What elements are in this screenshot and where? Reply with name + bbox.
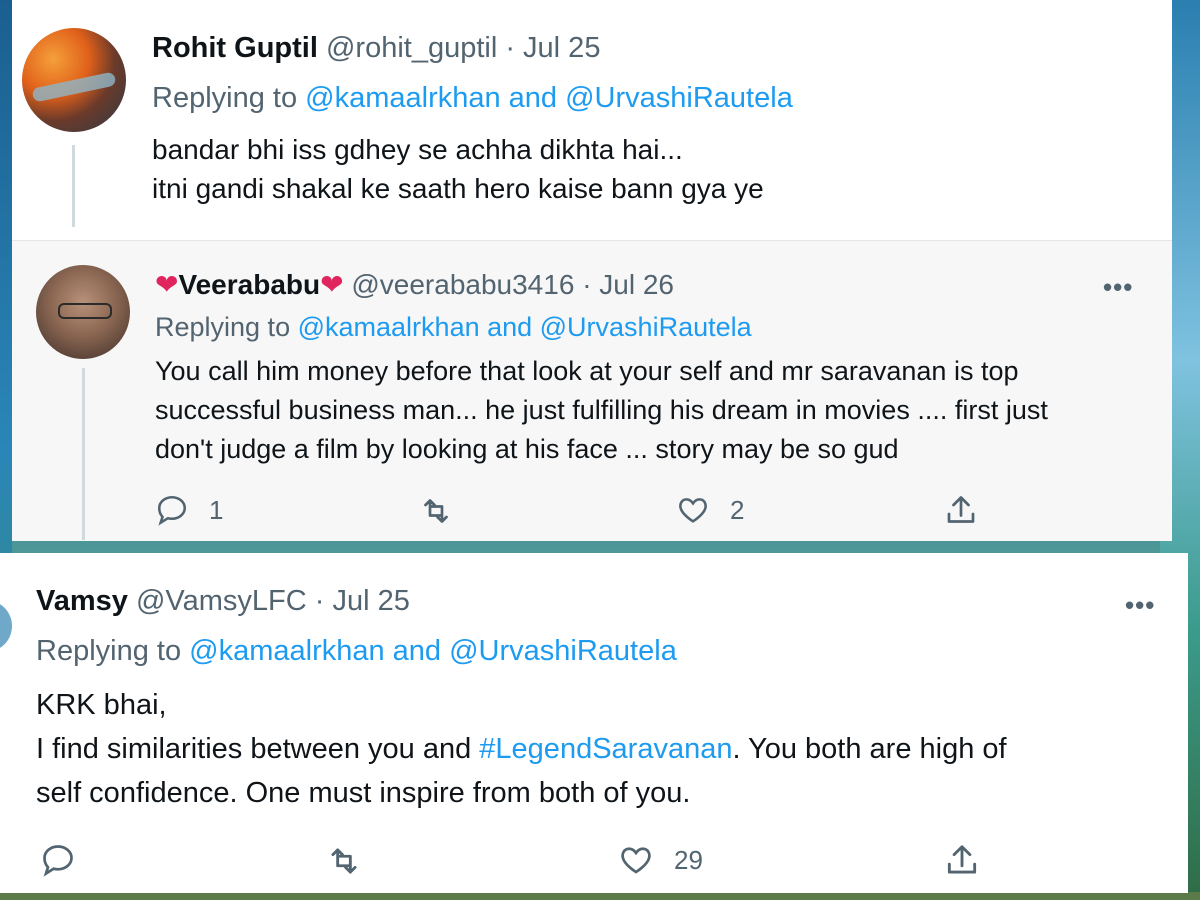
retweet-icon (331, 848, 357, 874)
heart-emoji-icon: ❤ (155, 269, 179, 300)
share-button[interactable] (943, 842, 981, 880)
share-button[interactable] (943, 493, 979, 529)
tweet-text-line: bandar bhi iss gdhey se achha dikhta hai… (152, 134, 683, 165)
tweet-text-line: I find similarities between you and #Leg… (36, 727, 1007, 771)
tweet-date[interactable]: · Jul 25 (505, 32, 600, 64)
retweet-icon (424, 499, 448, 523)
retweet-button[interactable] (325, 842, 363, 880)
tweet-text-segment: I find similarities between you and (36, 733, 480, 765)
like-count: 2 (730, 494, 745, 525)
replying-to: Replying to @kamaalrkhan and @UrvashiRau… (36, 635, 677, 668)
retweet-button[interactable] (418, 493, 454, 529)
more-options-icon[interactable]: ••• (1125, 590, 1155, 621)
tweet-text: KRK bhai, I find similarities between yo… (36, 683, 1007, 815)
display-name[interactable]: Rohit Guptil (152, 32, 318, 64)
tweet-text-line: You call him money before that look at y… (155, 356, 1019, 386)
tweet-header: Vamsy @VamsyLFC · Jul 25 (36, 585, 410, 618)
tweet-text-line: successful business man... he just fulfi… (155, 395, 1048, 425)
avatar-image-detail (58, 303, 112, 319)
avatar-image-detail (31, 71, 117, 103)
display-name-text: Veerababu (178, 269, 321, 300)
tweet-text: You call him money before that look at y… (155, 352, 1048, 469)
reply-button[interactable] (40, 842, 76, 878)
tweet-text-segment: . You both are high of (732, 733, 1007, 765)
tweet-date[interactable]: · Jul 26 (582, 269, 674, 300)
tweet-text-line: self confidence. One must inspire from b… (36, 777, 691, 809)
replying-to-prefix: Replying to (36, 635, 182, 667)
tweet-date[interactable]: · Jul 25 (315, 585, 410, 617)
tweet-text-line: KRK bhai, (36, 689, 167, 721)
thread-connector-line (72, 145, 75, 227)
user-handle[interactable]: @VamsyLFC (136, 585, 307, 617)
reply-icon (157, 495, 187, 526)
tweet-header: ❤Veerababu❤ @veerababu3416 · Jul 26 (155, 268, 674, 301)
tweet-text-line: don't judge a film by looking at his fac… (155, 434, 899, 464)
replying-to-prefix: Replying to (152, 82, 298, 114)
background-bottom-edge (0, 892, 1200, 900)
thread-connector-line (82, 368, 85, 540)
reply-count: 1 (209, 494, 224, 525)
replying-to: Replying to @kamaalrkhan and @UrvashiRau… (152, 82, 793, 115)
replying-to: Replying to @kamaalrkhan and @UrvashiRau… (155, 312, 752, 343)
more-options-icon[interactable]: ••• (1103, 272, 1133, 303)
like-button[interactable]: 29 (618, 842, 703, 878)
user-handle[interactable]: @rohit_guptil (326, 32, 497, 64)
tweet-header: Rohit Guptil @rohit_guptil · Jul 25 (152, 32, 600, 65)
reply-icon (43, 845, 73, 877)
heart-icon (621, 847, 651, 874)
reply-button[interactable]: 1 (155, 493, 223, 527)
avatar[interactable] (36, 265, 130, 359)
tweet-text: bandar bhi iss gdhey se achha dikhta hai… (152, 130, 764, 208)
replying-to-link[interactable]: @kamaalrkhan and @UrvashiRautela (305, 82, 793, 114)
replying-to-link[interactable]: @kamaalrkhan and @UrvashiRautela (189, 635, 677, 667)
like-count: 29 (674, 844, 703, 875)
heart-emoji-icon: ❤ (320, 269, 344, 300)
replying-to-link[interactable]: @kamaalrkhan and @UrvashiRautela (298, 312, 752, 342)
tweet-text-line: itni gandi shakal ke saath hero kaise ba… (152, 173, 764, 204)
display-name[interactable]: ❤Veerababu❤ (155, 269, 344, 300)
like-button[interactable]: 2 (676, 493, 744, 527)
heart-icon (679, 498, 707, 523)
replying-to-prefix: Replying to (155, 312, 291, 342)
hashtag-link[interactable]: #LegendSaravanan (479, 733, 732, 765)
user-handle[interactable]: @veerababu3416 (351, 269, 574, 300)
avatar[interactable] (22, 28, 126, 132)
share-icon (947, 845, 977, 874)
display-name[interactable]: Vamsy (36, 585, 128, 617)
share-icon (947, 496, 975, 523)
